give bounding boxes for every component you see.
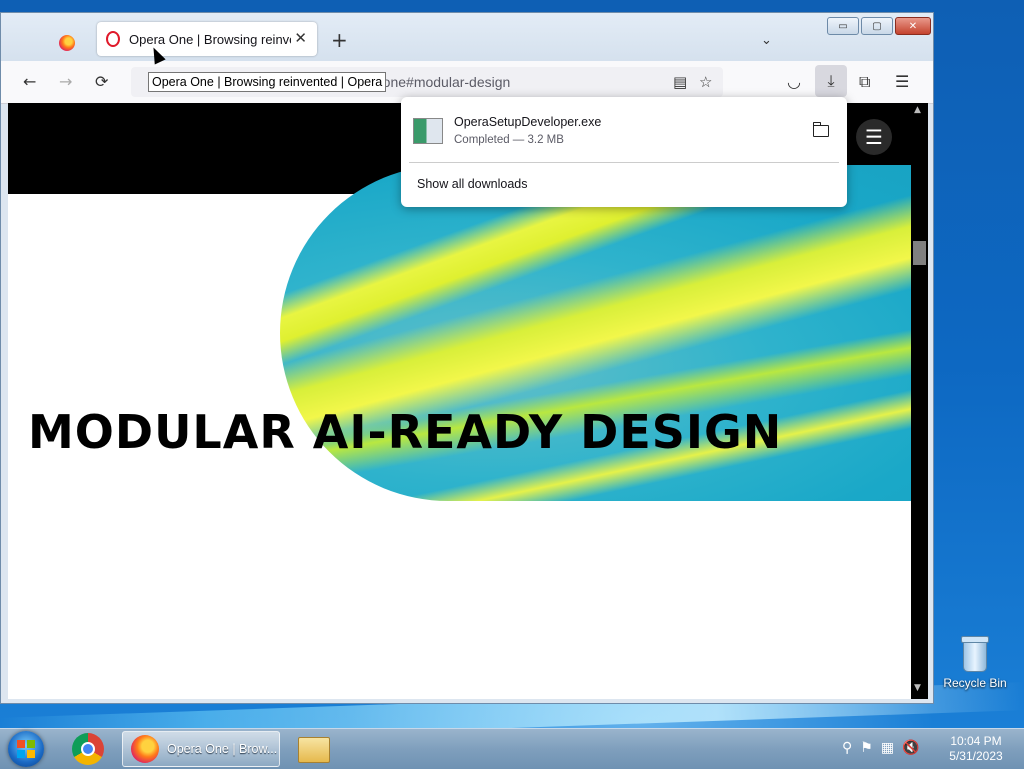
exe-file-icon <box>413 118 443 144</box>
extensions-icon[interactable]: ⧉ <box>859 72 870 92</box>
close-window-button[interactable]: ✕ <box>895 17 931 35</box>
chrome-taskbar-icon[interactable] <box>72 733 104 765</box>
firefox-icon <box>59 35 75 51</box>
network-icon[interactable]: ▦ <box>881 740 894 756</box>
tab-close-icon[interactable]: ✕ <box>294 29 307 47</box>
list-all-tabs-button[interactable]: ⌄ <box>761 33 772 48</box>
system-tray: ⚲ ⚑ ▦ 🔇 <box>842 740 920 756</box>
tab-bar: Opera One | Browsing reinvented | Opera … <box>1 13 933 61</box>
back-button[interactable]: ← <box>23 72 36 91</box>
maximize-button[interactable]: ▢ <box>861 17 893 35</box>
clock-date: 5/31/2023 <box>949 749 1003 763</box>
minimize-button[interactable]: ▭ <box>827 17 859 35</box>
downloads-panel: OperaSetupDeveloper.exe Completed — 3.2 … <box>401 97 847 207</box>
taskbar: Opera One | Brow... ⚲ ⚑ ▦ 🔇 10:04 PM 5/3… <box>0 728 1024 769</box>
forward-button[interactable]: → <box>59 72 72 91</box>
download-status: Completed — 3.2 MB <box>454 134 564 146</box>
downloads-button[interactable]: ⤓ <box>815 65 847 97</box>
download-file-name[interactable]: OperaSetupDeveloper.exe <box>454 115 601 129</box>
volume-muted-icon[interactable]: 🔇 <box>902 740 919 756</box>
recycle-bin-icon <box>961 636 989 672</box>
tab-opera-one[interactable]: Opera One | Browsing reinvented | Opera … <box>97 22 317 56</box>
firefox-taskbar-icon <box>131 735 159 763</box>
start-button[interactable] <box>8 731 44 767</box>
search-tray-icon[interactable]: ⚲ <box>842 740 852 756</box>
show-all-downloads-link[interactable]: Show all downloads <box>417 177 528 191</box>
reader-view-icon[interactable]: ▤ <box>673 73 687 91</box>
open-folder-icon[interactable] <box>812 122 829 137</box>
tab-tooltip: Opera One | Browsing reinvented | Opera <box>148 72 387 92</box>
recycle-bin-label: Recycle Bin <box>943 676 1007 690</box>
reload-button[interactable]: ⟳ <box>95 72 108 91</box>
scroll-up-icon[interactable]: ▲ <box>914 105 921 115</box>
firefox-view-button[interactable] <box>53 29 81 57</box>
new-tab-button[interactable]: + <box>331 30 348 50</box>
firefox-taskbar-button[interactable]: Opera One | Brow... <box>122 731 280 767</box>
recycle-bin-shortcut[interactable]: Recycle Bin <box>942 636 1008 690</box>
windows-logo-icon <box>17 740 35 758</box>
opera-favicon-icon <box>106 31 120 47</box>
page-menu-icon[interactable]: ☰ <box>856 119 892 155</box>
page-headline: MODULAR AI-READY DESIGN <box>28 405 783 459</box>
bookmark-star-icon[interactable]: ☆ <box>699 73 712 91</box>
tab-title: Opera One | Browsing reinvented | Opera <box>129 31 291 47</box>
firefox-taskbar-label: Opera One | Brow... <box>167 742 278 756</box>
scroll-down-icon[interactable]: ▼ <box>914 683 921 693</box>
download-icon: ⤓ <box>827 71 835 90</box>
pocket-icon[interactable]: ◡ <box>787 72 801 91</box>
downloads-divider <box>409 162 839 163</box>
file-explorer-icon[interactable] <box>298 737 330 763</box>
action-center-flag-icon[interactable]: ⚑ <box>860 740 873 756</box>
scroll-thumb[interactable] <box>913 241 926 265</box>
clock-time: 10:04 PM <box>950 734 1002 748</box>
window-controls: ▭ ▢ ✕ <box>827 17 931 35</box>
url-text[interactable]: n/one#modular-design <box>371 74 510 90</box>
page-scrollbar[interactable]: ▲ ▼ <box>911 103 928 699</box>
app-menu-icon[interactable]: ☰ <box>895 72 909 91</box>
taskbar-clock[interactable]: 10:04 PM 5/31/2023 <box>944 734 1008 764</box>
